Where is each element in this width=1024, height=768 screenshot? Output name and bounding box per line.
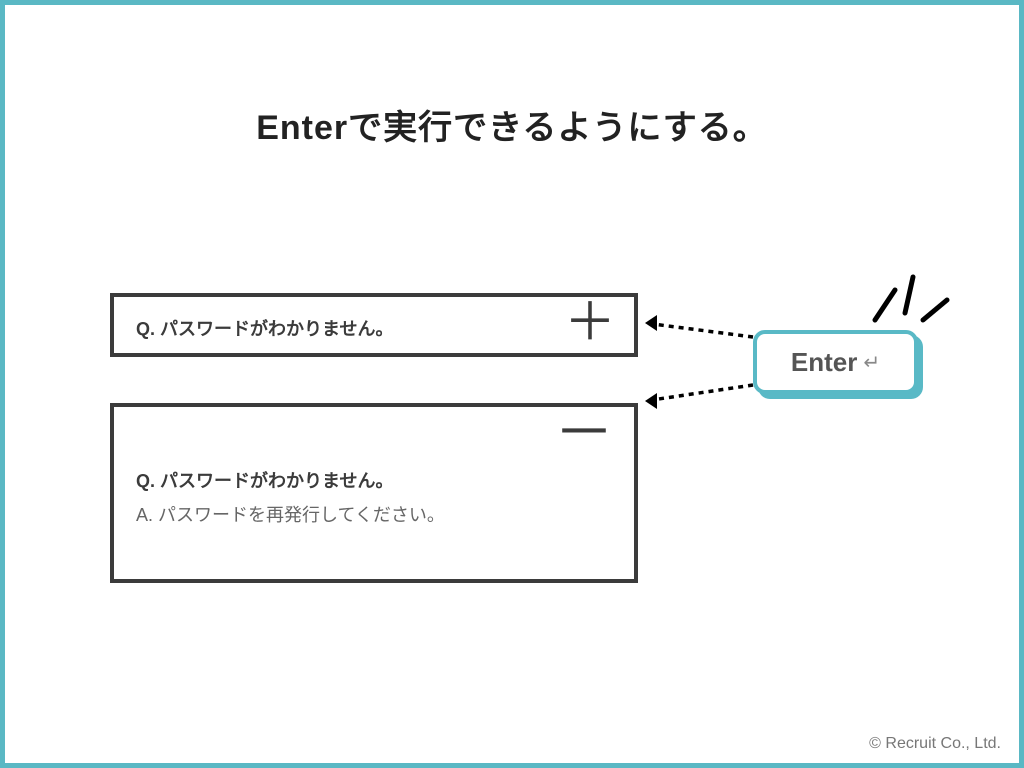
minus-icon: － bbox=[554, 409, 614, 457]
enter-key-label: Enter bbox=[791, 347, 857, 378]
faq-item-collapsed[interactable]: Q. パスワードがわかりません。 ＋ bbox=[110, 293, 638, 357]
faq-question: Q. パスワードがわかりません。 bbox=[136, 315, 612, 341]
plus-icon: ＋ bbox=[564, 295, 616, 351]
copyright-text: © Recruit Co., Ltd. bbox=[869, 735, 1001, 753]
faq-item-expanded[interactable]: Q. パスワードがわかりません。 A. パスワードを再発行してください。 － bbox=[110, 403, 638, 583]
enter-key-button[interactable]: Enter ↵ bbox=[753, 330, 918, 394]
slide-frame: Enterで実行できるようにする。 Q. パスワードがわかりません。 ＋ Q. … bbox=[0, 0, 1024, 768]
slide-title: Enterで実行できるようにする。 bbox=[5, 100, 1019, 149]
arrow-to-expanded bbox=[633, 377, 763, 417]
arrow-to-collapsed bbox=[633, 305, 763, 345]
faq-answer: A. パスワードを再発行してください。 bbox=[136, 501, 612, 527]
faq-question: Q. パスワードがわかりません。 bbox=[136, 467, 612, 493]
return-icon: ↵ bbox=[863, 350, 880, 375]
